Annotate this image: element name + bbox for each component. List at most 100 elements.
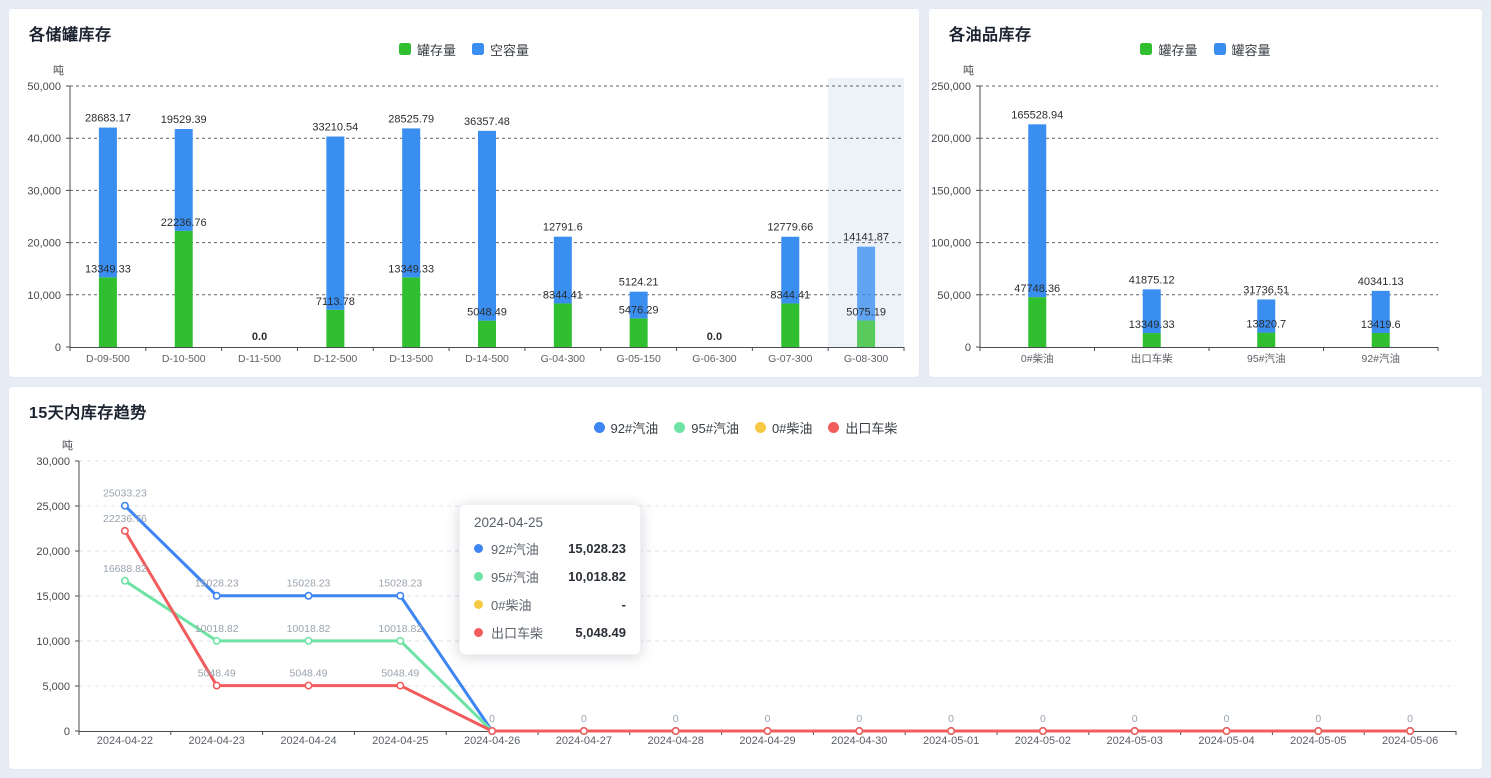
oil-bar-chart[interactable]: 050,000100,000150,000200,000250,000吨0#柴油… <box>929 9 1484 379</box>
legend-item-空容量[interactable]: 空容量 <box>472 40 529 59</box>
bar-segment-罐存量[interactable] <box>554 303 572 347</box>
point-92#汽油-2024-04-22[interactable] <box>122 503 128 509</box>
legend-swatch-icon <box>828 422 839 433</box>
bar-segment-罐存量[interactable] <box>478 321 496 347</box>
bar-segment-罐存量[interactable] <box>1257 333 1275 347</box>
bar-segment-空容量[interactable] <box>326 137 344 310</box>
point-出口车柴-2024-05-02[interactable] <box>1040 728 1046 734</box>
bar-D-09-500: 28683.1713349.33 <box>85 113 131 347</box>
bar-segment-罐存量[interactable] <box>1372 333 1390 347</box>
bar-segment-罐存量[interactable] <box>630 318 648 347</box>
svg-text:5048.49: 5048.49 <box>467 307 507 319</box>
point-95#汽油-2024-04-22[interactable] <box>122 578 128 584</box>
svg-text:2024-04-22: 2024-04-22 <box>97 735 153 747</box>
bar-segment-空容量[interactable] <box>402 128 420 277</box>
point-出口车柴-2024-05-05[interactable] <box>1315 728 1321 734</box>
point-95#汽油-2024-04-24[interactable] <box>305 638 311 644</box>
point-出口车柴-2024-04-27[interactable] <box>581 728 587 734</box>
svg-text:2024-05-02: 2024-05-02 <box>1015 735 1071 747</box>
legend-label: 罐容量 <box>1232 40 1271 59</box>
svg-text:D-13-500: D-13-500 <box>389 353 433 365</box>
svg-text:0: 0 <box>1040 713 1046 725</box>
svg-text:G-04-300: G-04-300 <box>541 353 586 365</box>
svg-text:95#汽油: 95#汽油 <box>1247 352 1286 365</box>
legend-item-罐存量[interactable]: 罐存量 <box>399 40 456 59</box>
svg-text:25033.23: 25033.23 <box>103 488 147 500</box>
point-92#汽油-2024-04-24[interactable] <box>305 593 311 599</box>
legend-swatch-icon <box>399 43 411 55</box>
tooltip-row-92#汽油: 92#汽油15,028.23 <box>474 539 626 558</box>
bar-G-04-300: 12791.68344.41 <box>543 222 583 347</box>
svg-text:15028.23: 15028.23 <box>378 578 422 590</box>
svg-text:36357.48: 36357.48 <box>464 116 510 128</box>
svg-text:25,000: 25,000 <box>36 501 70 513</box>
bar-segment-罐存量[interactable] <box>99 277 117 347</box>
svg-text:0: 0 <box>1224 713 1230 725</box>
bar-segment-罐存量[interactable] <box>781 303 799 347</box>
point-95#汽油-2024-04-25[interactable] <box>397 638 403 644</box>
tank-bar-chart[interactable]: 010,00020,00030,00040,00050,000吨D-09-500… <box>9 9 921 379</box>
bar-segment-空容量[interactable] <box>478 131 496 321</box>
legend-swatch-icon <box>594 422 605 433</box>
bar-segment-罐存量[interactable] <box>175 231 193 347</box>
tooltip-series-value: - <box>622 597 626 612</box>
point-出口车柴-2024-05-04[interactable] <box>1223 728 1229 734</box>
point-92#汽油-2024-04-23[interactable] <box>214 593 220 599</box>
legend-item-0#柴油[interactable]: 0#柴油 <box>755 418 812 437</box>
line-95#汽油 <box>125 581 1410 731</box>
svg-text:D-11-500: D-11-500 <box>238 353 281 365</box>
point-出口车柴-2024-04-29[interactable] <box>764 728 770 734</box>
svg-text:10018.82: 10018.82 <box>287 623 331 635</box>
svg-text:吨: 吨 <box>963 64 974 77</box>
legend-item-出口车柴[interactable]: 出口车柴 <box>828 418 897 437</box>
point-出口车柴-2024-04-22[interactable] <box>122 528 128 534</box>
legend-swatch-icon <box>755 422 766 433</box>
svg-text:2024-05-06: 2024-05-06 <box>1382 735 1438 747</box>
bar-segment-罐存量[interactable] <box>402 277 420 347</box>
trend-chart-legend: 92#汽油 95#汽油 0#柴油 出口车柴 <box>9 417 1482 437</box>
point-出口车柴-2024-05-01[interactable] <box>948 728 954 734</box>
svg-text:2024-04-23: 2024-04-23 <box>189 735 245 747</box>
bar-segment-罐存量[interactable] <box>326 310 344 347</box>
legend-label: 罐存量 <box>417 40 456 59</box>
chart-tooltip: 2024-04-25 92#汽油15,028.2395#汽油10,018.820… <box>459 504 641 655</box>
point-92#汽油-2024-04-25[interactable] <box>397 593 403 599</box>
point-出口车柴-2024-04-30[interactable] <box>856 728 862 734</box>
svg-text:30,000: 30,000 <box>27 185 61 197</box>
svg-text:28683.17: 28683.17 <box>85 113 131 125</box>
legend-item-92#汽油[interactable]: 92#汽油 <box>594 418 659 437</box>
legend-item-95#汽油[interactable]: 95#汽油 <box>674 418 739 437</box>
point-出口车柴-2024-04-25[interactable] <box>397 682 403 688</box>
svg-text:8344.41: 8344.41 <box>543 289 583 301</box>
legend-label: 出口车柴 <box>845 418 897 437</box>
tooltip-series-value: 15,028.23 <box>568 541 626 556</box>
svg-text:G-07-300: G-07-300 <box>768 353 813 365</box>
oil-chart-legend: 罐存量 罐容量 <box>929 39 1482 59</box>
bar-segment-罐存量[interactable] <box>1143 333 1161 347</box>
point-出口车柴-2024-04-24[interactable] <box>305 682 311 688</box>
bar-segment-罐存量[interactable] <box>1028 297 1046 347</box>
bar-segment-空容量[interactable] <box>175 129 193 231</box>
bar-G-07-300: 12779.668344.41 <box>767 222 813 347</box>
legend-item-罐容量[interactable]: 罐容量 <box>1214 40 1271 59</box>
point-出口车柴-2024-04-28[interactable] <box>673 728 679 734</box>
trend-panel: 15天内库存趋势 92#汽油95#汽油0#柴油出口车柴 05,00010,000… <box>8 386 1483 770</box>
legend-swatch-icon <box>674 422 685 433</box>
bar-segment-罐容量[interactable] <box>1028 124 1046 297</box>
bar-segment-罐存量[interactable] <box>857 321 875 347</box>
svg-text:5124.21: 5124.21 <box>619 277 659 289</box>
svg-text:吨: 吨 <box>53 64 64 77</box>
point-出口车柴-2024-05-06[interactable] <box>1407 728 1413 734</box>
point-出口车柴-2024-05-03[interactable] <box>1132 728 1138 734</box>
point-95#汽油-2024-04-23[interactable] <box>214 638 220 644</box>
point-出口车柴-2024-04-26[interactable] <box>489 728 495 734</box>
svg-text:10,000: 10,000 <box>36 636 70 648</box>
legend-item-罐存量[interactable]: 罐存量 <box>1140 40 1197 59</box>
svg-text:16688.82: 16688.82 <box>103 563 147 575</box>
bar-segment-空容量[interactable] <box>99 128 117 278</box>
svg-text:30,000: 30,000 <box>36 456 70 468</box>
trend-line-chart[interactable]: 05,00010,00015,00020,00025,00030,000吨202… <box>9 387 1484 771</box>
svg-text:19529.39: 19529.39 <box>161 114 207 126</box>
svg-text:吨: 吨 <box>62 439 73 452</box>
point-出口车柴-2024-04-23[interactable] <box>214 682 220 688</box>
